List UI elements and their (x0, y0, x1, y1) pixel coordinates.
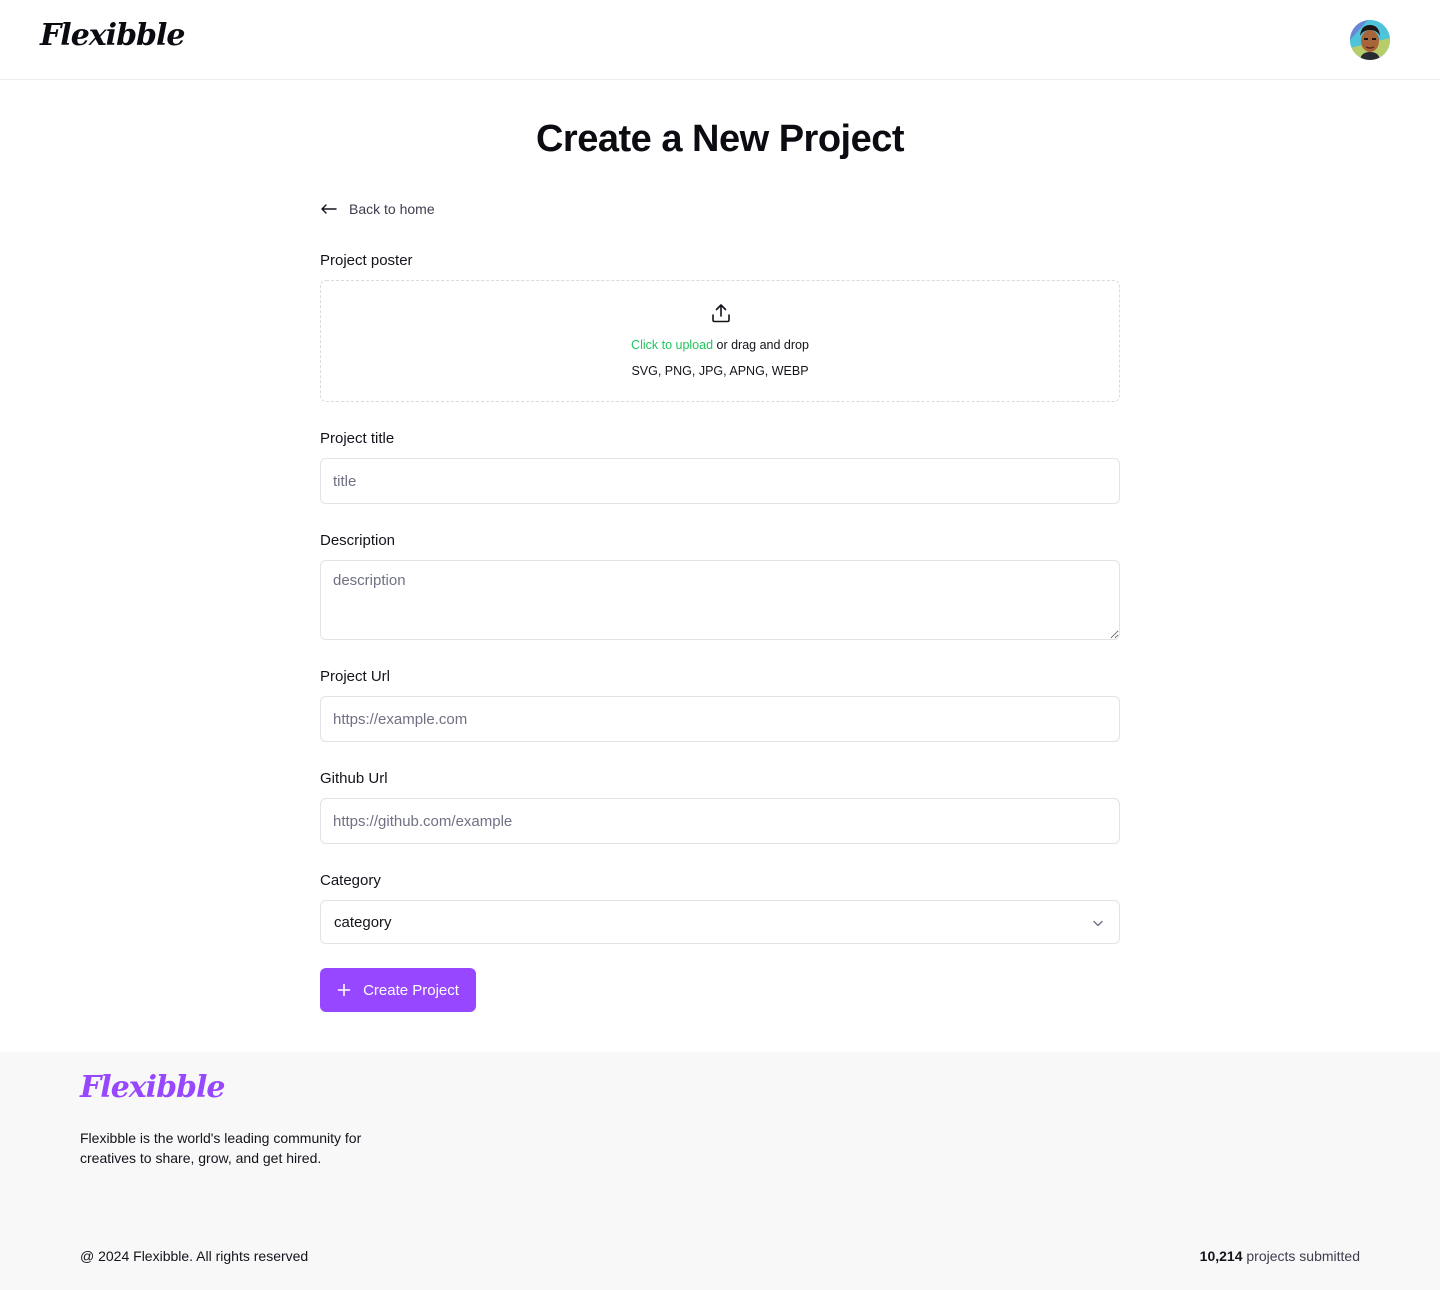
chevron-down-icon (1093, 920, 1103, 927)
projects-count-number: 10,214 (1199, 1248, 1243, 1264)
accepted-formats: SVG, PNG, JPG, APNG, WEBP (631, 364, 809, 378)
back-to-home-link[interactable]: Back to home (320, 200, 435, 218)
project-title-label: Project title (320, 430, 395, 447)
github-url-label: Github Url (320, 770, 388, 787)
back-link-label: Back to home (349, 201, 435, 217)
footer-copyright: @ 2024 Flexibble. All rights reserved (80, 1248, 309, 1264)
github-url-input[interactable] (320, 798, 1120, 844)
avatar[interactable] (1350, 20, 1390, 60)
poster-label: Project poster (320, 252, 413, 269)
projects-count-suffix: projects submitted (1242, 1248, 1360, 1264)
arrow-left-icon (321, 204, 337, 214)
avatar-image (1350, 20, 1390, 60)
footer-logo[interactable]: Flexibble (80, 1070, 226, 1105)
category-select[interactable]: category (320, 900, 1120, 944)
upload-icon (712, 304, 730, 323)
page-title: Create a New Project (535, 118, 905, 160)
logo[interactable]: Flexibble (40, 18, 186, 53)
create-project-label: Create Project (363, 981, 459, 999)
project-title-input[interactable] (320, 458, 1120, 504)
upload-instructions: Click to upload or drag and drop (321, 338, 1119, 352)
description-textarea[interactable] (320, 560, 1120, 640)
project-url-input[interactable] (320, 696, 1120, 742)
drag-drop-text: or drag and drop (713, 338, 809, 352)
footer: Flexibble Flexibble is the world's leadi… (0, 1052, 1440, 1290)
click-to-upload-link[interactable]: Click to upload (631, 338, 713, 352)
create-project-button[interactable]: Create Project (320, 968, 476, 1012)
category-label: Category (320, 872, 381, 889)
footer-tagline: Flexibble is the world's leading communi… (80, 1130, 362, 1166)
description-label: Description (320, 532, 396, 549)
projects-count: 10,214 projects submitted (1200, 1248, 1360, 1264)
poster-dropzone[interactable]: Click to upload or drag and drop SVG, PN… (320, 280, 1120, 402)
navbar: Flexibble (0, 0, 1440, 80)
plus-icon (337, 983, 351, 997)
category-value: category (334, 914, 392, 931)
project-url-label: Project Url (320, 668, 391, 685)
